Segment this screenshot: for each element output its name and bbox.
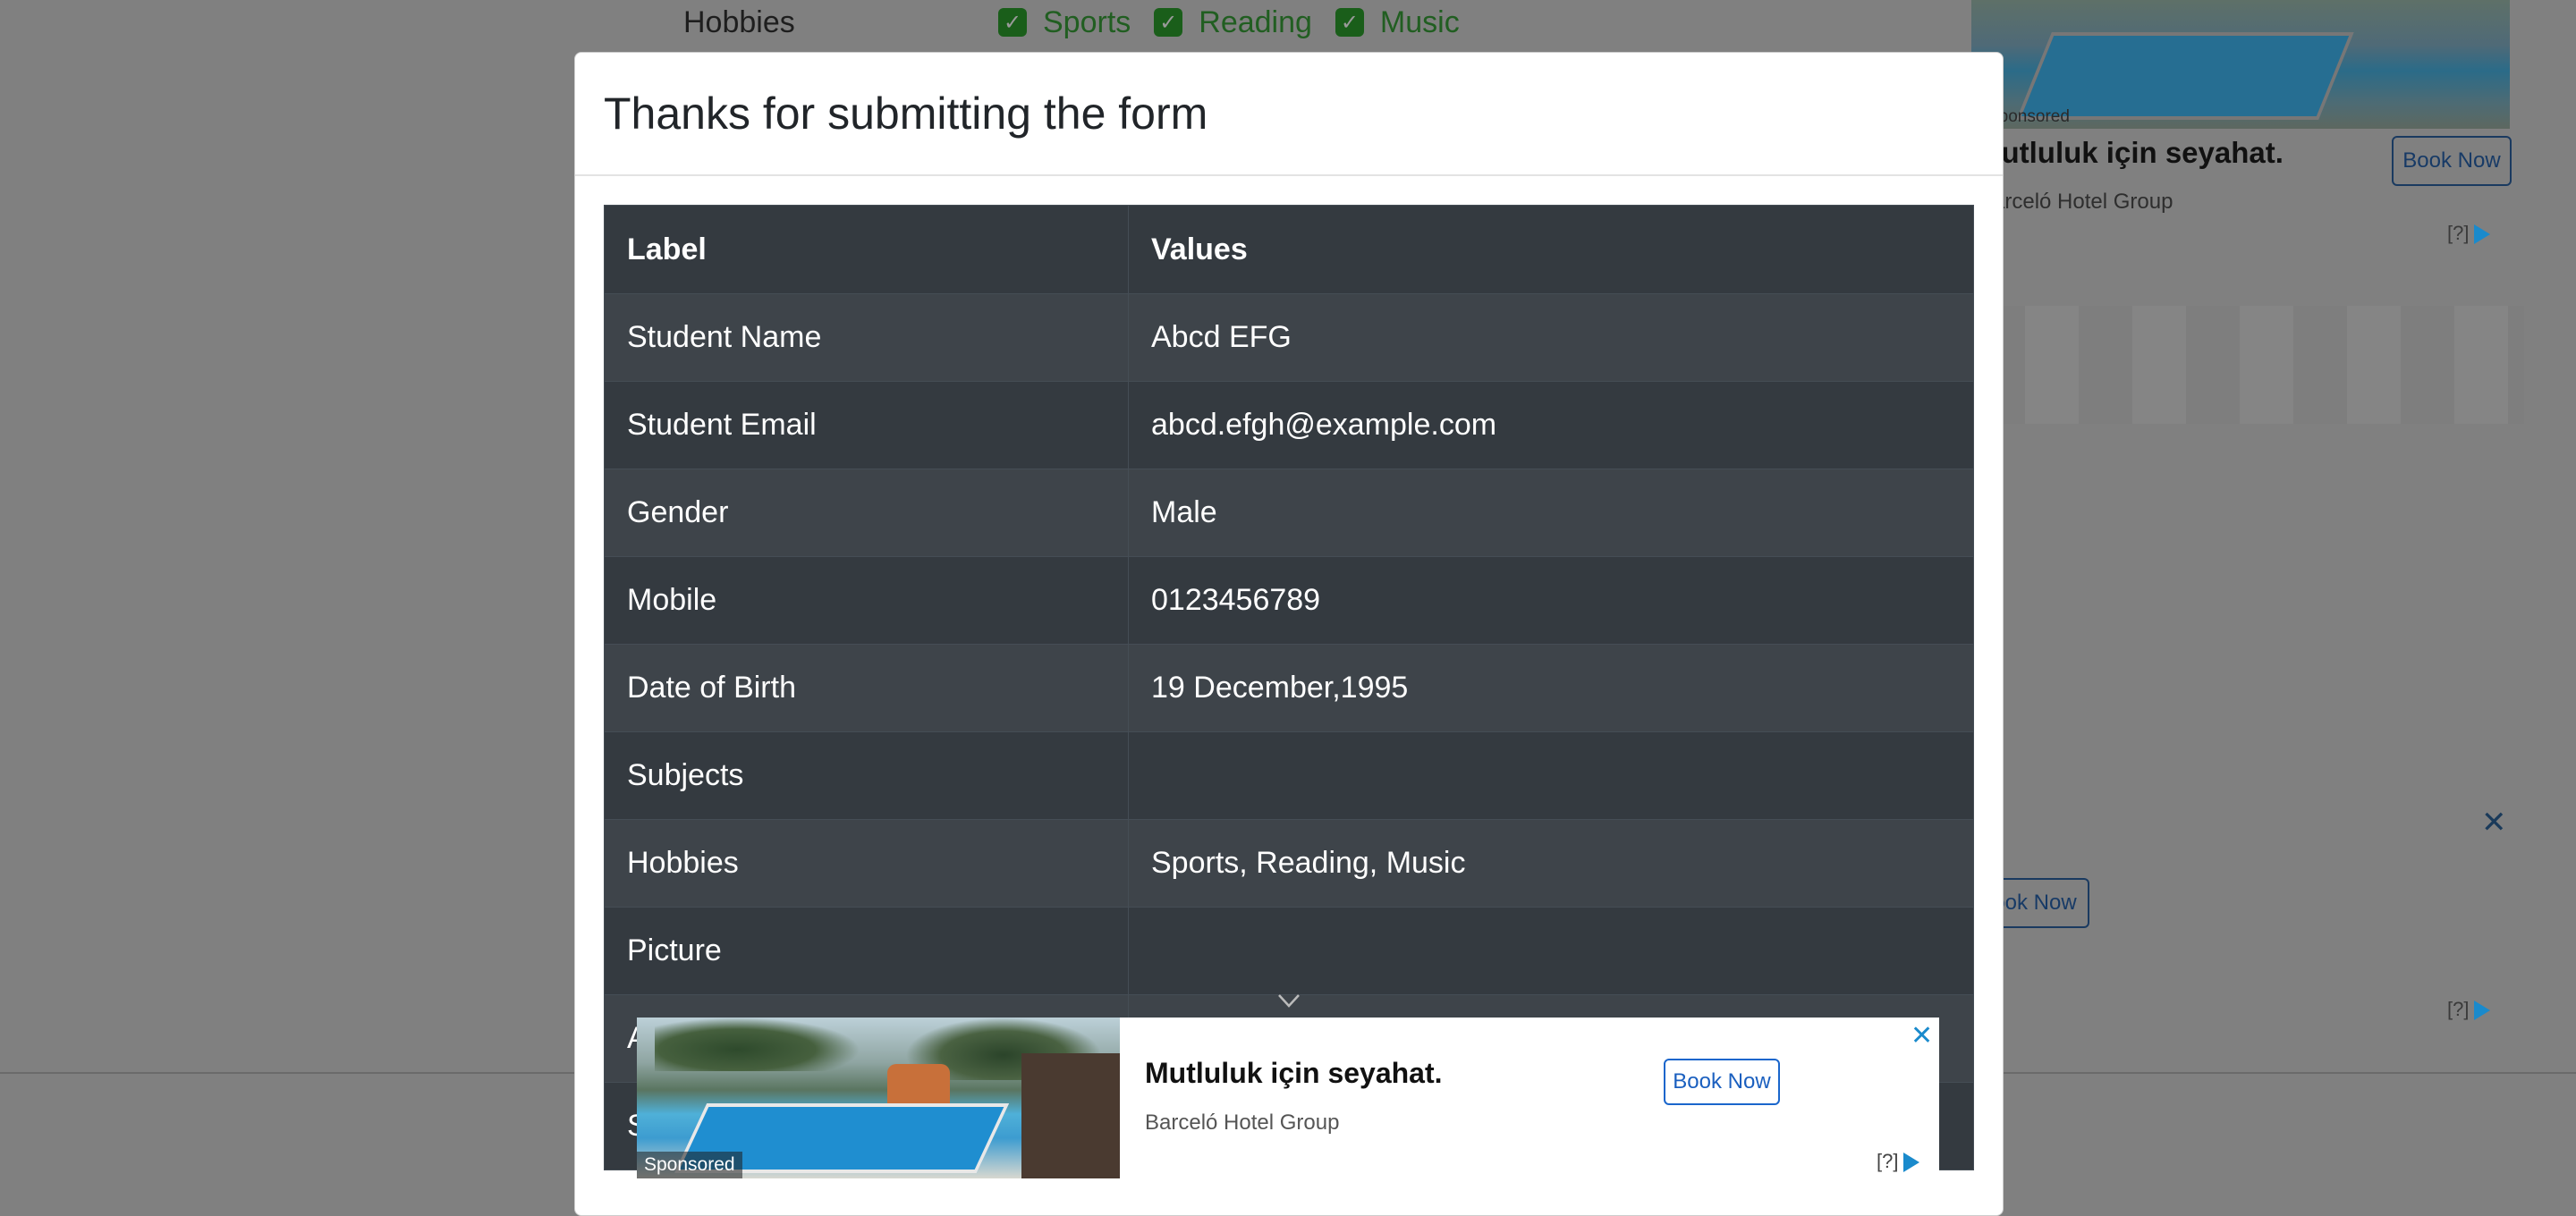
ad-info-label: [?] [2447, 998, 2470, 1020]
ad-info-label: [?] [2447, 222, 2470, 244]
ad-hotel-image[interactable]: Sponsored [637, 1018, 1120, 1178]
row-value: 0123456789 [1128, 556, 1974, 645]
row-value [1128, 907, 1974, 995]
hobby-label: Sports [1043, 4, 1131, 39]
table-header-row: Label Values [604, 205, 1974, 294]
row-label: Hobbies [604, 819, 1129, 908]
ad-info-label: [?] [1877, 1150, 1899, 1172]
row-value: Sports, Reading, Music [1128, 819, 1974, 908]
background-ad-book-button[interactable]: Book Now [2392, 136, 2512, 186]
ad-sponsored-label: Sponsored [637, 1152, 742, 1178]
ad-info[interactable]: [?] [1877, 1150, 1920, 1173]
row-label: Gender [604, 469, 1129, 557]
hobby-label: Reading [1199, 4, 1312, 39]
row-value: 19 December,1995 [1128, 644, 1974, 732]
adchoices-icon [2474, 224, 2491, 245]
background-ad-brand: Barceló Hotel Group [1979, 190, 2174, 214]
bottom-ad-banner[interactable]: Sponsored Mutluluk için seyahat. Barceló… [637, 1018, 1939, 1178]
row-label: Subjects [604, 731, 1129, 820]
table-row: Mobile 0123456789 [604, 556, 1974, 645]
ad-title[interactable]: Mutluluk için seyahat. [1145, 1057, 1443, 1090]
hobby-checkbox-sports[interactable]: ✓ Sports [998, 5, 1131, 40]
column-header-label: Label [604, 205, 1129, 294]
background-hobbies-label: Hobbies [683, 4, 795, 39]
checkmark-icon: ✓ [1335, 8, 1364, 37]
table-row: Student Email abcd.efgh@example.com [604, 381, 1974, 469]
hobby-checkbox-music[interactable]: ✓ Music [1335, 5, 1460, 40]
hobby-label: Music [1379, 4, 1460, 39]
background-hobby-checkboxes: ✓ Sports ✓ Reading ✓ Music [998, 0, 1460, 45]
checkmark-icon: ✓ [998, 8, 1027, 37]
row-value: Male [1128, 469, 1974, 557]
hobby-checkbox-reading[interactable]: ✓ Reading [1154, 5, 1312, 40]
modal-title: Thanks for submitting the form [604, 89, 1208, 139]
row-label: Picture [604, 907, 1129, 995]
ad-book-now-button[interactable]: Book Now [1664, 1059, 1780, 1105]
table-row: Picture [604, 907, 1974, 995]
table-row: Hobbies Sports, Reading, Music [604, 819, 1974, 908]
adchoices-icon [2474, 1001, 2491, 1021]
table-row: Date of Birth 19 December,1995 [604, 644, 1974, 732]
checkmark-icon: ✓ [1154, 8, 1183, 37]
row-label: Mobile [604, 556, 1129, 645]
background-ad-title[interactable]: Mutluluk için seyahat. [1977, 136, 2284, 170]
modal-header: Thanks for submitting the form [575, 53, 2003, 176]
row-label: Student Email [604, 381, 1129, 469]
row-value: Abcd EFG [1128, 293, 1974, 382]
column-header-values: Values [1128, 205, 1974, 294]
background-ad-close-icon[interactable]: ✕ [2481, 805, 2507, 840]
chevron-down-icon[interactable] [1277, 989, 1301, 1012]
background-ad-banner [1971, 306, 2524, 424]
row-value: abcd.efgh@example.com [1128, 381, 1974, 469]
table-row: Student Name Abcd EFG [604, 293, 1974, 382]
table-row: Gender Male [604, 469, 1974, 557]
ad-close-icon[interactable]: ✕ [1911, 1023, 1933, 1050]
row-label: Student Name [604, 293, 1129, 382]
ad-brand: Barceló Hotel Group [1145, 1110, 1340, 1135]
row-value [1128, 731, 1974, 820]
row-label: Date of Birth [604, 644, 1129, 732]
background-ad-info[interactable]: [?] [2447, 222, 2491, 245]
background-ad-info-2[interactable]: [?] [2447, 998, 2491, 1021]
adchoices-icon [1903, 1153, 1920, 1173]
table-row: Subjects [604, 731, 1974, 820]
